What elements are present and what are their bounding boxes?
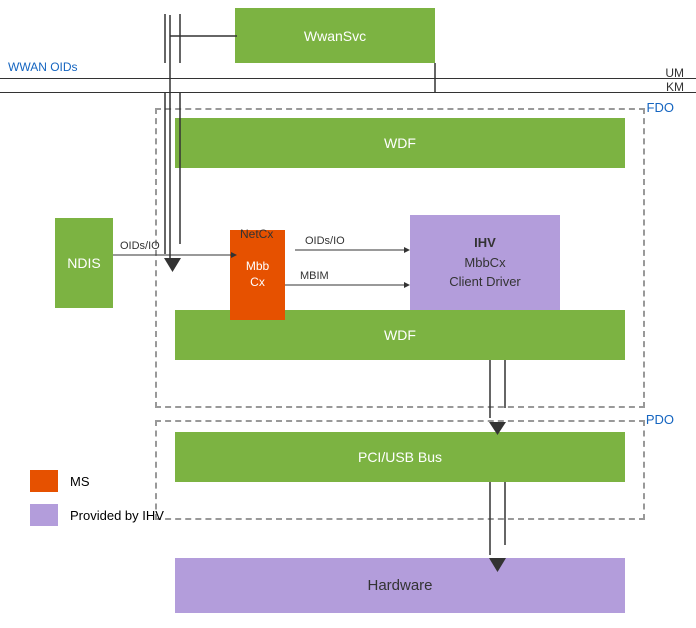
wwan-oids-label: WWAN OIDs	[8, 60, 78, 74]
diagram: UM KM WWAN OIDs WwanSvc FDO WDF WDF NDIS…	[0, 0, 696, 628]
legend: MS Provided by IHV	[30, 470, 164, 538]
wdf-top-box: WDF	[175, 118, 625, 168]
hardware-label: Hardware	[367, 577, 432, 594]
um-label: UM	[665, 66, 684, 80]
ndis-box: NDIS	[55, 218, 113, 308]
wwansvc-label: WwanSvc	[304, 28, 366, 44]
um-line	[0, 78, 696, 79]
hardware-box: Hardware	[175, 558, 625, 613]
pci-label: PCI/USB Bus	[358, 449, 442, 465]
pdo-label: PDO	[646, 412, 674, 427]
ihv-title: IHV	[449, 233, 521, 253]
ihv-line2: MbbCx	[449, 253, 521, 273]
ihv-line3: Client Driver	[449, 272, 521, 292]
wwansvc-box: WwanSvc	[235, 8, 435, 63]
ihv-color-box	[30, 504, 58, 526]
wdf-top-label: WDF	[384, 135, 416, 151]
ndis-label: NDIS	[67, 255, 100, 271]
ms-color-box	[30, 470, 58, 492]
ms-legend-label: MS	[70, 474, 90, 489]
wdf-bottom-label: WDF	[384, 327, 416, 343]
ihv-box: IHV MbbCx Client Driver	[410, 215, 560, 310]
fdo-label: FDO	[647, 100, 674, 115]
mbbcx-label: MbbCx	[246, 259, 269, 290]
ihv-legend-label: Provided by IHV	[70, 508, 164, 523]
km-label: KM	[666, 80, 684, 94]
mbbcx-box: MbbCx	[230, 230, 285, 320]
legend-ihv: Provided by IHV	[30, 504, 164, 526]
legend-ms: MS	[30, 470, 164, 492]
km-line	[0, 92, 696, 93]
pci-box: PCI/USB Bus	[175, 432, 625, 482]
